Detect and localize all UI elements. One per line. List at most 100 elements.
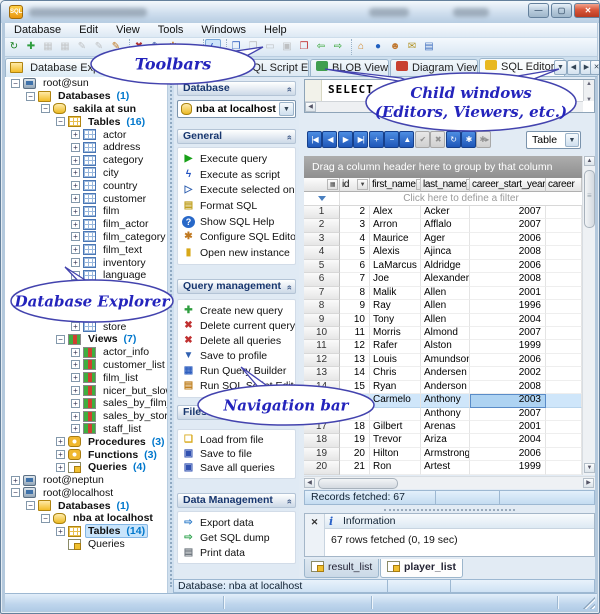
nav-item-create-new-query[interactable]: ✚ Create new query (178, 303, 295, 318)
next-record-button[interactable]: ▶ (337, 131, 353, 148)
title-bar[interactable]: SQL — ▢ ✕ (1, 1, 599, 23)
data-cell[interactable]: Acker (421, 206, 470, 220)
nav-item-get-sql-dump[interactable]: ⇨ Get SQL dump (178, 530, 295, 545)
scroll-down-icon[interactable]: ▼ (584, 463, 595, 473)
tree-item-category[interactable]: + category (5, 154, 167, 167)
data-cell[interactable]: LaMarcus (370, 259, 421, 274)
data-cell[interactable]: Anthony (421, 407, 470, 421)
data-cell[interactable]: 19 (340, 434, 370, 448)
data-cell[interactable]: 18 (340, 421, 370, 435)
data-cell[interactable]: 21 (340, 461, 370, 475)
resize-grip[interactable] (583, 597, 595, 609)
data-cell[interactable]: Gilbert (370, 421, 421, 435)
data-cell[interactable]: 2001 (470, 421, 546, 435)
row-number-cell[interactable]: 14 (304, 380, 340, 395)
expand-icon[interactable]: + (71, 322, 80, 332)
tree-item-databases[interactable]: − Databases (1) (5, 90, 167, 103)
data-cell[interactable] (546, 421, 582, 435)
column-header-first_name[interactable]: first_name▼ (370, 178, 421, 192)
collapse-icon[interactable]: − (11, 78, 20, 88)
tree-item-queries[interactable]: Queries (5, 538, 167, 551)
data-cell[interactable]: Andersen (421, 367, 470, 381)
insert-record-button[interactable]: + (368, 131, 384, 148)
collapse-chevron-icon[interactable]: « (283, 411, 296, 416)
column-header-id[interactable]: id ▼ (340, 178, 370, 192)
add-user-icon[interactable]: ✚ (23, 39, 39, 55)
data-cell[interactable]: Allen (421, 313, 470, 327)
tree-item-customer-list[interactable]: + customer_list (5, 359, 167, 372)
expand-icon[interactable]: + (71, 373, 80, 383)
data-cell[interactable]: 6 (340, 259, 370, 274)
refresh-icon[interactable]: ↻ (6, 39, 22, 55)
web-icon[interactable]: ● (370, 39, 386, 55)
data-cell[interactable]: Ron (370, 461, 421, 475)
tree-item-views[interactable]: − Views (7) (5, 333, 167, 346)
nav-item-open-new-instance[interactable]: ▮ Open new instance (178, 245, 295, 261)
data-cell[interactable]: Anthony (421, 394, 470, 408)
row-number-cell[interactable]: 7 (304, 286, 340, 301)
data-cell[interactable]: 2003 (470, 394, 546, 408)
expand-icon[interactable]: + (71, 206, 80, 216)
row-number-cell[interactable]: 4 (304, 246, 340, 260)
tree-item-tables[interactable]: + Tables (14) (5, 524, 167, 539)
expand-icon[interactable]: + (56, 437, 65, 447)
table-row[interactable]: 5 6 LaMarcus Aldridge 2006 (304, 259, 582, 274)
tree-item-film-list[interactable]: + film_list (5, 371, 167, 384)
table-row[interactable]: 20 21 Ron Artest 1999 (304, 461, 582, 475)
data-cell[interactable] (546, 219, 582, 233)
chevron-down-icon[interactable]: ▼ (565, 133, 579, 147)
data-cell[interactable]: 3 (340, 219, 370, 233)
nav-item-run-sql-script-editor[interactable]: ▤ Run SQL Script Editor (178, 378, 295, 393)
tree-item-address[interactable]: + address (5, 141, 167, 154)
prior-record-button[interactable]: ◀ (322, 131, 338, 148)
chevron-down-icon[interactable]: ▼ (279, 102, 294, 116)
data-cell[interactable] (546, 300, 582, 314)
menu-item-view[interactable]: View (107, 23, 149, 38)
expand-icon[interactable]: + (56, 526, 65, 536)
minimize-button[interactable]: — (528, 3, 549, 18)
nav-item-run-query-builder[interactable]: ▦ Run Query Builder (178, 363, 295, 378)
data-cell[interactable] (370, 407, 421, 421)
data-cell[interactable]: Hilton (370, 447, 421, 462)
table-row[interactable]: 3 4 Maurice Ager 2006 (304, 232, 582, 247)
nav-item-save-to-profile[interactable]: ▼ Save to profile (178, 348, 295, 363)
nav-item-show-sql-help[interactable]: ? Show SQL Help (178, 214, 295, 230)
data-cell[interactable]: Allen (421, 286, 470, 301)
data-cell[interactable]: 2007 (470, 326, 546, 341)
tree-item-store[interactable]: + store (5, 320, 167, 333)
table-row[interactable]: 15 16 Carmelo Anthony 2003 (304, 394, 582, 408)
expand-icon[interactable]: + (71, 386, 80, 396)
data-cell[interactable]: Allen (421, 300, 470, 314)
expand-icon[interactable]: + (71, 245, 80, 255)
section-header-query-management[interactable]: Query management « (177, 279, 296, 294)
query-tab-result_list[interactable]: result_list (304, 559, 380, 578)
scroll-right-icon[interactable]: ▶ (583, 478, 594, 488)
data-cell[interactable]: Carmelo (370, 394, 421, 408)
tree-item-rental[interactable]: + rental (5, 295, 167, 308)
row-number-cell[interactable]: 19 (304, 447, 340, 462)
tree-item-procedures[interactable]: + Procedures (3) (5, 435, 167, 448)
tree-item-country[interactable]: + country (5, 179, 167, 192)
collapse-icon[interactable]: − (56, 334, 65, 344)
table-row[interactable]: 18 19 Trevor Ariza 2004 (304, 434, 582, 448)
tree-item-root-neptun[interactable]: + root@neptun (5, 474, 167, 487)
data-cell[interactable]: 2004 (470, 434, 546, 448)
data-cell[interactable] (546, 380, 582, 395)
query-tab-player_list[interactable]: player_list (380, 559, 463, 578)
row-number-cell[interactable]: 15 (304, 394, 340, 408)
data-cell[interactable]: 1996 (470, 300, 546, 314)
column-header-career[interactable]: career (546, 178, 582, 192)
menu-item-help[interactable]: Help (255, 23, 296, 38)
data-cell[interactable]: 2007 (470, 206, 546, 220)
close-icon[interactable]: ✕ (305, 514, 324, 530)
nav-item-configure-sql-editor[interactable]: ✱ Configure SQL Editor (178, 229, 295, 245)
filter-hint[interactable]: Click here to define a filter (340, 192, 582, 205)
menu-item-database[interactable]: Database (5, 23, 70, 38)
table-row[interactable]: 10 11 Morris Almond 2007 (304, 326, 582, 341)
column-filter-dropdown-icon[interactable]: ▼ (357, 179, 368, 190)
scroll-left-icon[interactable]: ◀ (304, 478, 315, 488)
data-cell[interactable]: Ray (370, 300, 421, 314)
data-cell[interactable]: 10 (340, 313, 370, 327)
maximize-button[interactable]: ▢ (551, 3, 572, 18)
table-row[interactable]: 13 14 Chris Andersen 2002 (304, 367, 582, 381)
